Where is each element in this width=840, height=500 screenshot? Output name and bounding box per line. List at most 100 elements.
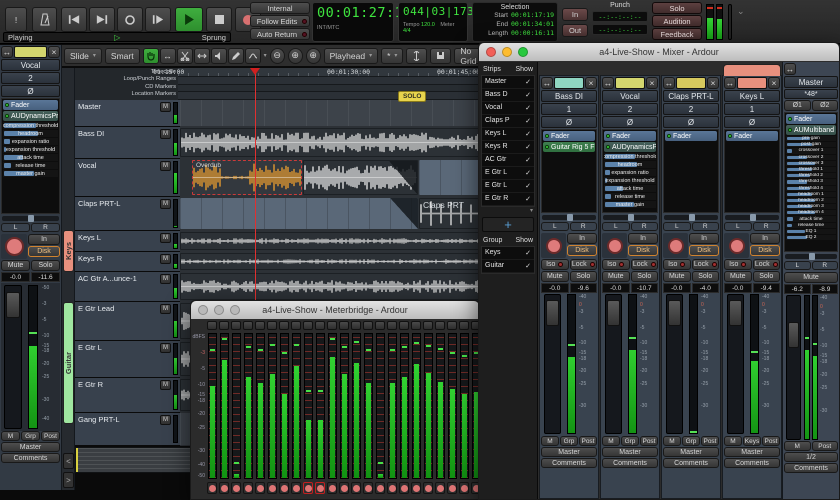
fader-position-button[interactable]: Post <box>579 436 597 446</box>
gain-fader[interactable] <box>544 294 561 434</box>
audio-region[interactable] <box>419 160 480 195</box>
canvas-row-claps[interactable]: Claps PRT <box>180 197 480 230</box>
plugin-control-slider[interactable]: attack time <box>786 216 836 222</box>
output-button[interactable]: Master <box>663 447 719 457</box>
close-button[interactable] <box>198 305 208 315</box>
strip-hide-button[interactable]: × <box>585 77 597 89</box>
audition-button[interactable]: Audition <box>652 15 702 27</box>
processor-box[interactable]: Fader AUDynamicsPro compression threshol… <box>1 98 60 214</box>
mute-button[interactable]: Mute <box>724 271 752 282</box>
pan-left-button[interactable]: L <box>541 222 569 231</box>
strip-comment-button[interactable]: *48* <box>784 89 838 99</box>
peak-display[interactable]: -8.9 <box>811 284 838 294</box>
gain-display[interactable]: -0.0 <box>541 283 569 293</box>
fader-processor[interactable]: Fader <box>3 100 58 110</box>
strip-input-button[interactable]: 2 <box>602 103 658 115</box>
follow-edits-button[interactable]: Follow Edits <box>250 15 310 27</box>
plugin-control-slider[interactable]: crossover 2 <box>786 154 836 160</box>
record-arm-button[interactable] <box>219 482 229 494</box>
strip-visible-check[interactable]: ✓ <box>525 195 531 203</box>
fader-position-button[interactable]: Post <box>640 436 658 446</box>
plugin-control-slider[interactable]: compression threshold <box>604 153 656 160</box>
channel-button[interactable] <box>219 321 229 330</box>
track-name[interactable]: Keys L <box>78 233 171 242</box>
channel-button[interactable] <box>459 321 469 330</box>
track-header[interactable]: Claps PRT-L M S P A G <box>75 197 180 230</box>
peak-display[interactable]: -4.0 <box>691 283 719 293</box>
solo-range-marker[interactable]: SOLO <box>398 91 427 102</box>
mute-button[interactable]: M <box>160 415 171 425</box>
plugin-control-slider[interactable]: expansion ratio <box>604 169 656 176</box>
strip-width-button[interactable]: ↔ <box>663 77 675 89</box>
strip-visible-check[interactable]: ✓ <box>525 169 531 177</box>
plugin-control-slider[interactable]: pre-gain <box>786 136 836 142</box>
punch-out-button[interactable]: Out <box>562 24 588 37</box>
edit-point-tool-button[interactable] <box>244 47 261 64</box>
strips-list-row[interactable]: Keys L ✓ <box>482 128 534 141</box>
gain-display[interactable]: -0.0 <box>602 283 630 293</box>
processor-box[interactable]: Fader <box>663 129 719 213</box>
pan-slider[interactable] <box>603 214 657 221</box>
strip-hide-button[interactable]: × <box>768 77 780 89</box>
track-header[interactable]: E Gtr R M S P A G <box>75 378 180 412</box>
track-name[interactable]: E Gtr Lead <box>78 304 171 313</box>
group-list-row[interactable]: Guitar ✓ <box>482 260 534 273</box>
canvas-row-keys-r[interactable] <box>180 252 480 271</box>
processor-box[interactable]: Fader AUMultiband pre-gain post-gain cro… <box>784 112 838 252</box>
channel-button[interactable] <box>375 321 385 330</box>
monitor-input-button[interactable]: In <box>750 233 780 244</box>
plugin-control-slider[interactable]: headroom 2 <box>786 197 836 204</box>
strip-width-button[interactable]: ↔ <box>784 63 796 75</box>
pan-right-button[interactable]: R <box>811 261 838 270</box>
channel-button[interactable] <box>267 321 277 330</box>
solo-isolate-button[interactable]: Iso <box>541 259 569 270</box>
fader-handle[interactable] <box>6 292 20 318</box>
strip-width-button[interactable]: ↔ <box>602 77 614 89</box>
cut-tool-button[interactable] <box>176 47 193 64</box>
mute-button[interactable]: M <box>160 343 171 353</box>
plugin-control-slider[interactable]: headroom <box>604 161 656 168</box>
gain-fader[interactable] <box>727 294 744 434</box>
canvas-row-bass[interactable] <box>180 127 480 158</box>
record-arm-button[interactable] <box>279 482 289 494</box>
record-arm-button[interactable] <box>351 482 361 494</box>
channel-button[interactable] <box>399 321 409 330</box>
solo-isolate-button[interactable]: Iso <box>724 259 752 270</box>
fader-handle[interactable] <box>729 300 742 326</box>
track-header[interactable]: Master M S P A G <box>75 100 180 126</box>
strips-list-row[interactable]: E Gtr L ✓ <box>482 180 534 193</box>
strips-list-row[interactable]: Claps P ✓ <box>482 115 534 128</box>
comments-button[interactable]: Comments <box>724 458 780 468</box>
grab-tool-button[interactable] <box>142 47 159 64</box>
record-arm-button[interactable] <box>387 482 397 494</box>
region-fade-out[interactable] <box>390 198 418 229</box>
channel-button[interactable] <box>435 321 445 330</box>
goto-end-button[interactable] <box>89 7 115 32</box>
location-markers-ruler[interactable] <box>178 92 480 100</box>
fader-processor[interactable]: Fader <box>786 114 836 124</box>
plugin-control-slider[interactable]: attack time <box>3 154 58 161</box>
channel-button[interactable] <box>207 321 217 330</box>
channel-button[interactable] <box>351 321 361 330</box>
monitor-input-button[interactable]: In <box>628 233 658 244</box>
fader-handle[interactable] <box>546 300 559 326</box>
monitor-disk-button[interactable]: Disk <box>689 245 719 256</box>
track-header[interactable]: Keys L M S P A G <box>75 231 180 251</box>
processor-active-led[interactable] <box>5 103 9 107</box>
processor-box[interactable]: Fader <box>724 129 780 213</box>
summary-position-marker[interactable] <box>76 448 78 472</box>
mute-button[interactable]: M <box>160 274 171 284</box>
plugin-control-slider[interactable]: post-gain <box>786 142 836 148</box>
output-button[interactable]: 1/2 <box>784 452 838 462</box>
record-arm-button[interactable] <box>728 237 745 254</box>
phase-2-button[interactable]: Ø2 <box>811 100 838 111</box>
fit-tracks-button[interactable] <box>406 47 428 64</box>
strip-visible-check[interactable]: ✓ <box>525 182 531 190</box>
record-arm-button[interactable] <box>447 482 457 494</box>
monitor-disk-button[interactable]: Disk <box>750 245 780 256</box>
record-arm-button[interactable] <box>255 482 265 494</box>
strip-visible-check[interactable]: ✓ <box>525 104 531 112</box>
plugin-control-slider[interactable]: headroom 4 <box>786 210 836 216</box>
audio-region[interactable] <box>303 160 418 195</box>
strips-list-row[interactable]: E Gtr L ✓ <box>482 167 534 180</box>
